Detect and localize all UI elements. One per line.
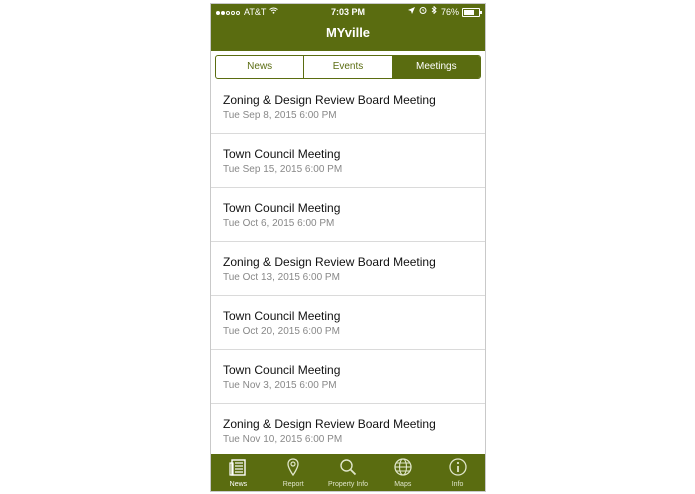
tab-report[interactable]: Report [266,454,321,491]
tab-maps[interactable]: Maps [375,454,430,491]
location-arrow-icon [407,4,415,20]
news-icon [211,457,266,477]
tab-news[interactable]: News [211,454,266,491]
meeting-title: Town Council Meeting [223,309,341,323]
battery-icon [462,7,482,17]
bluetooth-icon [431,4,437,20]
tab-bar: News Report Property Info Maps Info [211,454,485,491]
meeting-date: Tue Sep 15, 2015 6:00 PM [223,164,343,175]
globe-icon [375,457,430,477]
meeting-date: Tue Nov 3, 2015 6:00 PM [223,380,337,391]
tab-label: Maps [394,481,412,488]
phone-screen: AT&T 7:03 PM 76% MYville News Events Mee… [210,3,486,492]
app-header: AT&T 7:03 PM 76% MYville [211,4,485,51]
meeting-date: Tue Oct 6, 2015 6:00 PM [223,218,335,229]
info-icon [430,457,485,477]
list-item[interactable]: Town Council Meeting Tue Nov 3, 2015 6:0… [211,350,485,404]
meeting-title: Zoning & Design Review Board Meeting [223,255,436,269]
meeting-date: Tue Sep 8, 2015 6:00 PM [223,110,337,121]
tab-property-info[interactable]: Property Info [321,454,376,491]
meeting-date: Tue Oct 13, 2015 6:00 PM [223,272,340,283]
segment-news[interactable]: News [216,56,305,78]
list-item[interactable]: Town Council Meeting Tue Oct 20, 2015 6:… [211,296,485,350]
meeting-title: Zoning & Design Review Board Meeting [223,417,436,431]
tab-info[interactable]: Info [430,454,485,491]
segment-events[interactable]: Events [304,56,393,78]
map-pin-icon [266,457,321,477]
segmented-control: News Events Meetings [215,55,481,79]
list-item[interactable]: Zoning & Design Review Board Meeting Tue… [211,242,485,296]
alarm-clock-icon [419,4,427,20]
battery-percentage: 76% [440,7,459,17]
list-item[interactable]: Town Council Meeting Tue Sep 15, 2015 6:… [211,134,485,188]
list-item[interactable]: Zoning & Design Review Board Meeting Tue… [211,404,485,453]
search-icon [321,457,376,477]
list-item[interactable]: Zoning & Design Review Board Meeting Tue… [211,80,485,134]
meeting-title: Town Council Meeting [223,147,341,161]
tab-label: News [229,481,248,488]
list-item[interactable]: Town Council Meeting Tue Oct 6, 2015 6:0… [211,188,485,242]
tab-label: Info [451,481,464,488]
meeting-date: Tue Nov 10, 2015 6:00 PM [223,434,343,445]
tab-label: Report [282,481,304,488]
tab-label: Property Info [327,481,369,488]
meetings-list: Zoning & Design Review Board Meeting Tue… [211,80,485,453]
segment-meetings[interactable]: Meetings [392,56,480,78]
page-title: MYville [325,25,371,40]
meeting-title: Town Council Meeting [223,363,341,377]
meeting-date: Tue Oct 20, 2015 6:00 PM [223,326,340,337]
meeting-title: Town Council Meeting [223,201,341,215]
meeting-title: Zoning & Design Review Board Meeting [223,93,436,107]
status-bar: AT&T 7:03 PM 76% [211,4,485,20]
